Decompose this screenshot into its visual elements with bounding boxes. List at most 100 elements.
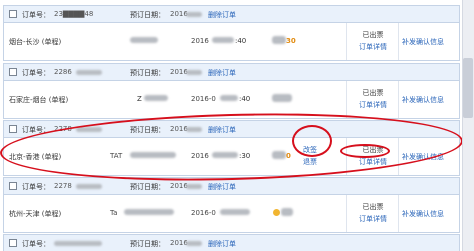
order-checkbox[interactable] <box>9 239 17 247</box>
flight-date: 2016-0 <box>191 95 216 103</box>
redaction-blur <box>54 241 102 246</box>
route-text: 北京-香港 (单程) <box>9 153 62 161</box>
order-header: 订单号： 23▇▇▇▇48 预订日期： 2016 删除订单 <box>4 6 459 23</box>
order-header: 订单号： 2286 预订日期： 2016 删除订单 <box>4 64 459 81</box>
order-no-label: 订单号： <box>22 69 50 77</box>
vertical-scrollbar[interactable] <box>462 0 474 251</box>
redaction-blur <box>76 127 102 132</box>
order-no-value: 2278 <box>54 182 72 190</box>
order-card: 订单号： 预订日期： 2016 删除订单 <box>3 234 460 251</box>
order-no-label: 订单号： <box>22 126 50 134</box>
price-value: 0 <box>286 152 291 160</box>
route-text: 杭州-天津 (单程) <box>9 210 62 218</box>
column-divider <box>346 23 347 60</box>
flight-date: 2016 <box>191 152 209 160</box>
column-divider <box>398 23 399 60</box>
order-no-label: 订单号： <box>22 240 50 248</box>
order-checkbox[interactable] <box>9 125 17 133</box>
route-text: 石家庄-烟台 (单程) <box>9 96 69 104</box>
order-no-value: 2286 <box>54 68 72 76</box>
column-divider <box>398 138 399 175</box>
flight-code: Z <box>137 95 142 103</box>
change-ticket-link[interactable]: 改签 <box>303 145 317 155</box>
order-card: 订单号： 2286 预订日期： 2016 删除订单 石家庄-烟台 (单程) Z … <box>3 63 460 119</box>
resend-confirmation-link[interactable]: 补发确认信息 <box>402 95 444 105</box>
column-divider <box>346 195 347 232</box>
flight-time: :40 <box>235 37 247 45</box>
flight-code: TAT <box>110 152 123 160</box>
order-checkbox[interactable] <box>9 68 17 76</box>
order-body: 北京-香港 (单程) TAT 2016 :30 0 改签 退票 已出票 订单详情… <box>4 138 459 175</box>
price-value: 30 <box>286 37 296 45</box>
redaction-blur <box>186 184 202 189</box>
resend-confirmation-link[interactable]: 补发确认信息 <box>402 152 444 162</box>
order-header: 订单号： 2278 预订日期： 2016 删除订单 <box>4 121 459 138</box>
status-text: 已出票 <box>362 146 384 154</box>
redaction-blur <box>212 152 238 158</box>
delete-order-link[interactable]: 删除订单 <box>208 239 236 249</box>
coin-icon <box>273 209 280 216</box>
delete-order-link[interactable]: 删除订单 <box>208 68 236 78</box>
status-text: 已出票 <box>362 31 384 39</box>
flight-time: :30 <box>239 152 251 160</box>
redaction-blur <box>220 209 250 215</box>
column-divider <box>398 195 399 232</box>
column-divider <box>346 81 347 118</box>
order-checkbox[interactable] <box>9 10 17 18</box>
order-header: 订单号： 2278 预订日期： 2016 删除订单 <box>4 178 459 195</box>
redaction-blur <box>186 241 202 246</box>
order-detail-link[interactable]: 订单详情 <box>350 214 396 224</box>
flight-code: Ta <box>110 209 118 217</box>
book-date-label: 预订日期： <box>130 11 165 19</box>
book-date-label: 预订日期： <box>130 69 165 77</box>
redaction-blur <box>144 95 168 101</box>
redaction-blur <box>186 70 202 75</box>
status-text: 已出票 <box>362 89 384 97</box>
redaction-blur <box>272 151 286 159</box>
order-detail-link[interactable]: 订单详情 <box>350 42 396 52</box>
delete-order-link[interactable]: 删除订单 <box>208 10 236 20</box>
redaction-blur <box>130 37 158 43</box>
flight-date: 2016 <box>191 37 209 45</box>
redaction-blur <box>281 208 293 216</box>
order-body: 石家庄-烟台 (单程) Z 2016-0 :40 已出票 订单详情 补发确认信息 <box>4 81 459 118</box>
order-body: 烟台-长沙 (单程) 2016 :40 30 已出票 订单详情 补发确认信息 <box>4 23 459 60</box>
delete-order-link[interactable]: 删除订单 <box>208 125 236 135</box>
redaction-blur <box>124 209 174 215</box>
resend-confirmation-link[interactable]: 补发确认信息 <box>402 37 444 47</box>
redaction-blur <box>212 37 234 43</box>
column-divider <box>346 138 347 175</box>
redaction-blur <box>76 184 102 189</box>
order-card: 订单号： 2278 预订日期： 2016 删除订单 北京-香港 (单程) TAT… <box>3 120 460 176</box>
redaction-blur <box>272 94 292 102</box>
book-date-label: 预订日期： <box>130 240 165 248</box>
order-card: 订单号： 23▇▇▇▇48 预订日期： 2016 删除订单 烟台-长沙 (单程)… <box>3 5 460 61</box>
redaction-blur <box>272 36 286 44</box>
refund-ticket-link[interactable]: 退票 <box>303 157 317 167</box>
order-no-value: 2278 <box>54 125 72 133</box>
order-no-label: 订单号： <box>22 11 50 19</box>
order-header: 订单号： 预订日期： 2016 删除订单 <box>4 235 459 251</box>
book-date-label: 预订日期： <box>130 126 165 134</box>
redaction-blur <box>186 127 202 132</box>
redaction-blur <box>130 152 176 158</box>
status-text: 已出票 <box>362 203 384 211</box>
column-divider <box>398 81 399 118</box>
order-detail-link[interactable]: 订单详情 <box>350 100 396 110</box>
order-no-value: 23▇▇▇▇48 <box>54 10 94 18</box>
resend-confirmation-link[interactable]: 补发确认信息 <box>402 209 444 219</box>
redaction-blur <box>76 70 102 75</box>
delete-order-link[interactable]: 删除订单 <box>208 182 236 192</box>
order-checkbox[interactable] <box>9 182 17 190</box>
order-no-label: 订单号： <box>22 183 50 191</box>
book-date-label: 预订日期： <box>130 183 165 191</box>
redaction-blur <box>186 12 202 17</box>
flight-date: 2016-0 <box>191 209 216 217</box>
order-detail-link[interactable]: 订单详情 <box>350 157 396 167</box>
redaction-blur <box>220 95 238 101</box>
route-text: 烟台-长沙 (单程) <box>9 38 62 46</box>
scrollbar-thumb[interactable] <box>463 58 473 118</box>
order-body: 杭州-天津 (单程) Ta 2016-0 已出票 订单详情 补发确认信息 <box>4 195 459 232</box>
flight-time: :40 <box>239 95 251 103</box>
order-card: 订单号： 2278 预订日期： 2016 删除订单 杭州-天津 (单程) Ta … <box>3 177 460 233</box>
